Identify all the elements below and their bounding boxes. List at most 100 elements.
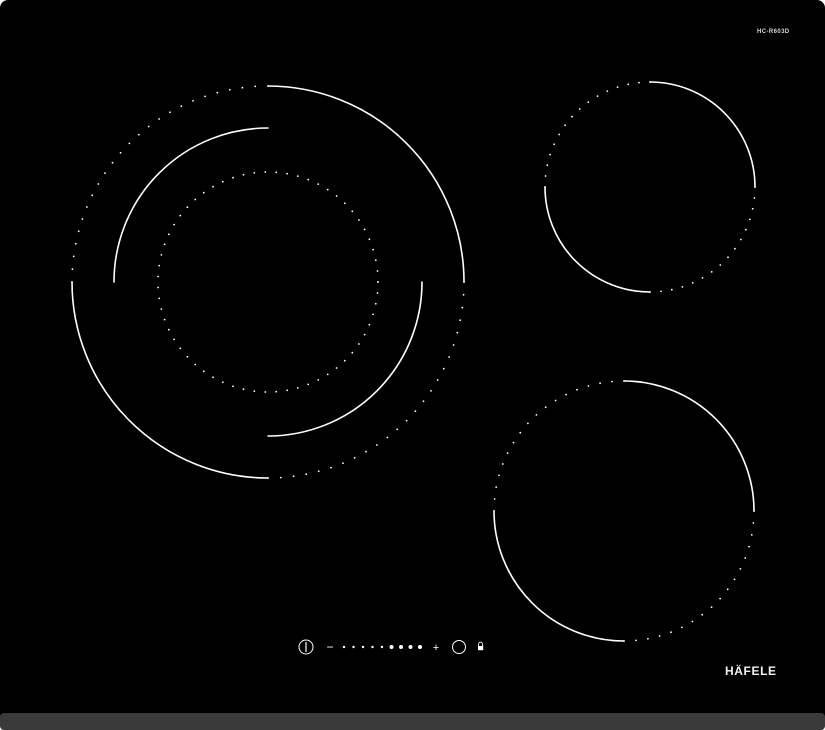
zone-marker-dot — [111, 161, 114, 164]
zone-marker-dot — [351, 210, 354, 213]
zone-marker-dot — [351, 351, 354, 354]
zone-marker-dot — [160, 308, 163, 310]
power-level-5[interactable] — [380, 645, 384, 649]
zone-marker-dot — [137, 133, 140, 136]
zone-marker-dot — [202, 191, 205, 194]
zone-marker-dot — [147, 125, 150, 128]
power-level-9[interactable] — [418, 645, 422, 649]
zone-marker-dot — [72, 255, 75, 258]
zone-marker-dot — [719, 264, 722, 266]
zone-marker-dot — [461, 306, 464, 309]
zone-marker-dot — [565, 393, 567, 396]
power-level-3[interactable] — [361, 645, 365, 649]
zone-marker-dot — [242, 388, 245, 391]
zone-marker-dot — [535, 414, 538, 416]
zone-marker-dot — [194, 198, 197, 201]
cooktop: − + — [0, 0, 825, 730]
zone-marker-dot — [204, 95, 206, 98]
zone-marker-dot — [740, 238, 742, 241]
zone-marker-dot — [752, 522, 755, 524]
bottom-frame — [0, 713, 825, 730]
zone-marker-dot — [649, 291, 651, 293]
zone-marker-dot — [681, 286, 684, 288]
zone-marker-dot — [750, 534, 753, 536]
zone-marker-dot — [501, 463, 504, 465]
zone-marker-dot — [422, 400, 425, 403]
zone-marker-dot — [377, 281, 379, 283]
zone-marker-dot — [587, 101, 590, 103]
zone-marker-dot — [527, 422, 529, 425]
zone-marker-dot — [97, 183, 100, 185]
zone-marker-dot — [553, 143, 555, 146]
zone-marker-dot — [157, 286, 160, 289]
zone-marker-dot — [670, 631, 672, 634]
zone-marker-dot — [606, 90, 609, 92]
zone-marker-dot — [326, 373, 329, 376]
zone-marker-dot — [544, 186, 546, 188]
zone-marker-dot — [681, 626, 683, 629]
zone-marker-dot — [546, 164, 549, 167]
zone-marker-dot — [544, 406, 547, 409]
zone-marker-dot — [638, 81, 640, 84]
zone-marker-dot — [701, 613, 704, 616]
zone-marker-dot — [554, 399, 557, 402]
power-level-2[interactable] — [352, 645, 355, 649]
zone-marker-dot — [179, 214, 182, 217]
zone-marker-dot — [221, 180, 224, 183]
zone-marker-dot — [463, 281, 465, 283]
zone-marker-dot — [168, 328, 170, 331]
zone-marker-dot — [286, 389, 288, 392]
minus-button[interactable]: − — [326, 640, 333, 654]
zone-marker-dot — [442, 367, 445, 370]
zone-marker-dot — [275, 171, 278, 174]
power-level-8[interactable] — [408, 645, 413, 649]
power-level-6[interactable] — [389, 645, 394, 649]
zone-marker-dot — [748, 545, 750, 548]
zone-marker-dot — [430, 390, 432, 392]
zone-marker-dot — [228, 88, 231, 91]
zone-marker-dot — [456, 331, 459, 334]
zone-marker-dot — [386, 436, 389, 439]
zone-marker-dot — [186, 355, 189, 358]
zone-marker-dot — [194, 363, 197, 366]
zone-marker-dot — [173, 223, 176, 226]
zone-marker-dot — [91, 194, 94, 197]
zone-marker-dot — [701, 277, 704, 279]
zone-marker-dot — [374, 302, 377, 305]
zone-marker-dot — [335, 195, 338, 197]
zone-marker-dot — [710, 271, 713, 273]
zone-marker-dot — [660, 290, 662, 293]
power-level-7[interactable] — [399, 645, 403, 649]
power-level-4[interactable] — [371, 645, 374, 649]
zone-marker-dot — [587, 385, 590, 387]
zone-marker-dot — [160, 254, 163, 256]
zone-marker-dot — [158, 264, 161, 267]
zone-marker-dot — [77, 230, 80, 233]
zone-marker-dot — [317, 183, 320, 186]
zone-marker-dot — [635, 639, 637, 642]
zone-marker-dot — [571, 115, 573, 118]
plus-button[interactable]: + — [433, 642, 439, 654]
zone-marker-dot — [749, 218, 751, 221]
zone-marker-dot — [599, 382, 601, 385]
zone-marker-dot — [104, 172, 106, 175]
zone-marker-dot — [754, 186, 756, 188]
zone-marker-dot — [493, 498, 496, 500]
zone-marker-dot — [186, 206, 189, 209]
zone-marker-dot — [163, 243, 166, 246]
zone-marker-dot — [376, 444, 378, 446]
zone-marker-dot — [710, 606, 713, 608]
zone-marker-dot — [623, 640, 625, 642]
zone-marker-dot — [286, 172, 288, 175]
zone-marker-dot — [180, 105, 183, 108]
zone-marker-dot — [358, 219, 360, 221]
zone-marker-dot — [495, 486, 498, 488]
zone-marker-dot — [296, 387, 299, 389]
zone-marker-dot — [330, 466, 332, 469]
power-level-1[interactable] — [342, 645, 346, 649]
zone-marker-dot — [459, 319, 462, 322]
zone-marker-dot — [753, 510, 755, 512]
zone-marker-dot — [264, 391, 267, 393]
zone-marker-dot — [372, 248, 374, 251]
zone-marker-dot — [368, 323, 371, 326]
